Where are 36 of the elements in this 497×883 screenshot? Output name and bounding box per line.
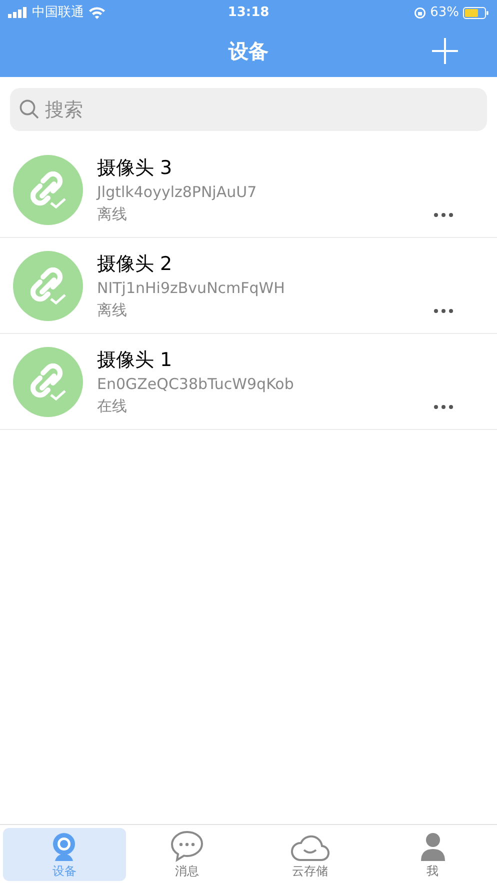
device-name: 摄像头 1 (97, 348, 174, 372)
link-check-icon (13, 154, 83, 224)
wifi-icon (88, 6, 106, 19)
add-button[interactable] (431, 37, 459, 65)
link-check-icon (13, 346, 83, 416)
device-status: 在线 (97, 396, 128, 416)
link-check-icon (13, 250, 83, 320)
page-title: 设备 (228, 38, 268, 65)
search-field[interactable]: 搜索 (10, 88, 487, 131)
device-serial: En0GZeQC38bTucW9qKob (97, 374, 295, 394)
clock-time: 13:18 (228, 4, 270, 22)
person-icon (420, 832, 446, 862)
battery-percent: 63% (430, 4, 460, 22)
device-row[interactable]: 摄像头 2 NITj1nHi9zBvuNcmFqWH 离线 (0, 238, 497, 334)
device-status: 离线 (97, 300, 128, 320)
rotation-lock-icon (414, 6, 426, 18)
device-serial: NITj1nHi9zBvuNcmFqWH (97, 278, 286, 298)
tab-bar-item[interactable]: 消息 (126, 828, 248, 881)
tab-bar-item[interactable]: 云存储 (248, 828, 372, 881)
battery-icon (463, 6, 490, 18)
chat-bubble-icon (170, 830, 204, 862)
search-icon (19, 99, 39, 119)
device-row[interactable]: 摄像头 3 Jlgtlk4oyylz8PNjAuU7 离线 (0, 142, 497, 238)
device-name: 摄像头 2 (97, 252, 174, 276)
device-serial: Jlgtlk4oyylz8PNjAuU7 (97, 182, 258, 202)
tab-bar-item[interactable]: 我 (371, 828, 494, 881)
carrier-name: 中国联通 (32, 4, 84, 22)
plus-icon (432, 38, 458, 64)
webcam-icon (51, 832, 78, 862)
signal-icon (8, 7, 28, 18)
more-icon (434, 309, 453, 313)
more-icon (434, 213, 453, 217)
device-row[interactable]: 摄像头 1 En0GZeQC38bTucW9qKob 在线 (0, 334, 497, 430)
device-status: 离线 (97, 204, 128, 224)
device-name: 摄像头 3 (97, 156, 174, 180)
more-icon (434, 405, 453, 409)
